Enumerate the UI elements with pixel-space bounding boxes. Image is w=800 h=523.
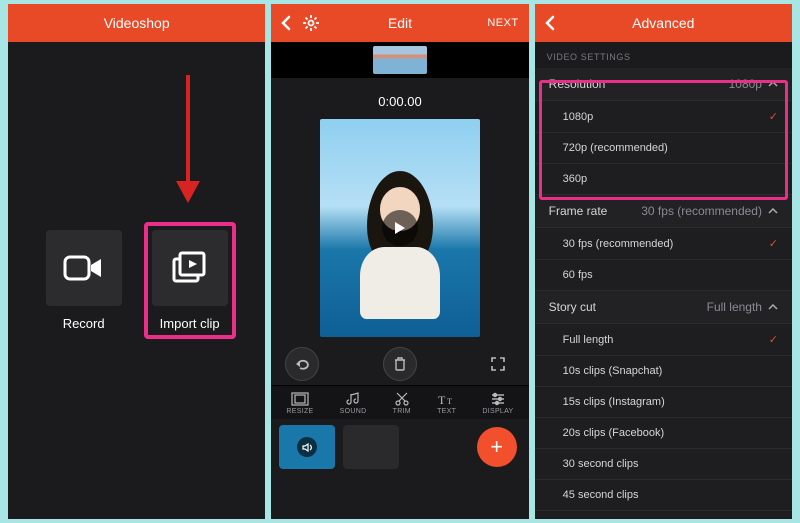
text-icon: TT [438,392,456,406]
section-label: VIDEO SETTINGS [535,42,792,68]
gear-icon[interactable] [303,15,319,31]
undo-button[interactable] [285,347,319,381]
video-preview[interactable] [320,119,480,337]
import-icon [170,249,210,287]
time-display: 0:00.00 [271,78,528,119]
record-button[interactable]: Record [46,230,122,331]
setting-resolution[interactable]: Resolution 1080p [535,68,792,101]
tool-text[interactable]: TT TEXT [437,392,456,415]
trim-icon [395,392,409,406]
chevron-up-icon [768,81,778,87]
setting-storycut[interactable]: Story cut Full length [535,291,792,324]
check-icon: ✓ [769,237,778,250]
tool-trim[interactable]: TRIM [393,392,411,415]
timeline-thumb[interactable] [373,46,427,74]
check-icon: ✓ [769,333,778,346]
timeline-thumb-strip[interactable] [271,42,528,78]
screen-title: Edit [337,15,462,31]
check-icon: ✓ [769,110,778,123]
play-button[interactable] [382,210,418,246]
option-15s[interactable]: 15s clips (Instagram) [535,387,792,418]
setting-framerate[interactable]: Frame rate 30 fps (recommended) [535,195,792,228]
chevron-up-icon [768,304,778,310]
screen-title: Advanced [601,15,726,31]
option-720p[interactable]: 720p (recommended) [535,133,792,164]
screen-videoshop: Videoshop Record [8,4,265,519]
tool-display[interactable]: DISPLAY [482,392,513,415]
screen-title: Videoshop [74,15,199,31]
resize-icon [291,392,309,406]
delete-button[interactable] [383,347,417,381]
setting-label: Story cut [549,300,596,314]
back-icon[interactable] [545,15,555,31]
annotation-arrow [168,69,208,209]
setting-label: Resolution [549,77,606,91]
plus-icon: + [490,434,503,460]
annotation-highlight: Import clip [144,222,236,339]
chevron-up-icon [768,208,778,214]
trash-icon [394,357,406,371]
svg-text:T: T [438,393,446,406]
display-icon [490,392,506,406]
video-content-person [354,171,446,321]
header: Edit NEXT [271,4,528,42]
screen-advanced: Advanced VIDEO SETTINGS Resolution 1080p… [535,4,792,519]
add-clip-button[interactable]: + [477,427,517,467]
svg-text:T: T [447,397,452,406]
import-clip-button[interactable]: Import clip [152,230,228,331]
tool-sound[interactable]: SOUND [340,392,367,415]
fullscreen-icon [491,357,505,371]
back-icon[interactable] [281,15,291,31]
option-360p[interactable]: 360p [535,164,792,195]
record-label: Record [63,316,105,331]
option-30s[interactable]: 30 second clips [535,449,792,480]
header: Advanced [535,4,792,42]
setting-label: Frame rate [549,204,608,218]
sound-icon [346,392,360,406]
option-full-length[interactable]: Full length ✓ [535,324,792,356]
empty-clip-slot[interactable] [343,425,399,469]
tool-bar: RESIZE SOUND TRIM TT TEXT DISPLAY [271,385,528,419]
option-60fps[interactable]: 60 fps [535,260,792,291]
option-20s[interactable]: 20s clips (Facebook) [535,418,792,449]
next-button[interactable]: NEXT [463,17,519,29]
camera-icon [63,253,105,283]
option-30fps[interactable]: 30 fps (recommended) ✓ [535,228,792,260]
clip-thumbnail[interactable] [279,425,335,469]
tool-resize[interactable]: RESIZE [286,392,313,415]
option-60s[interactable]: 60 second clips [535,511,792,519]
option-10s[interactable]: 10s clips (Snapchat) [535,356,792,387]
header: Videoshop [8,4,265,42]
screen-edit: Edit NEXT 0:00.00 [271,4,528,519]
fullscreen-button[interactable] [481,347,515,381]
undo-icon [294,358,310,370]
option-45s[interactable]: 45 second clips [535,480,792,511]
option-1080p[interactable]: 1080p ✓ [535,101,792,133]
clip-strip: + [271,419,528,475]
import-label: Import clip [160,316,220,331]
speaker-icon [302,442,313,453]
play-icon [394,221,406,235]
